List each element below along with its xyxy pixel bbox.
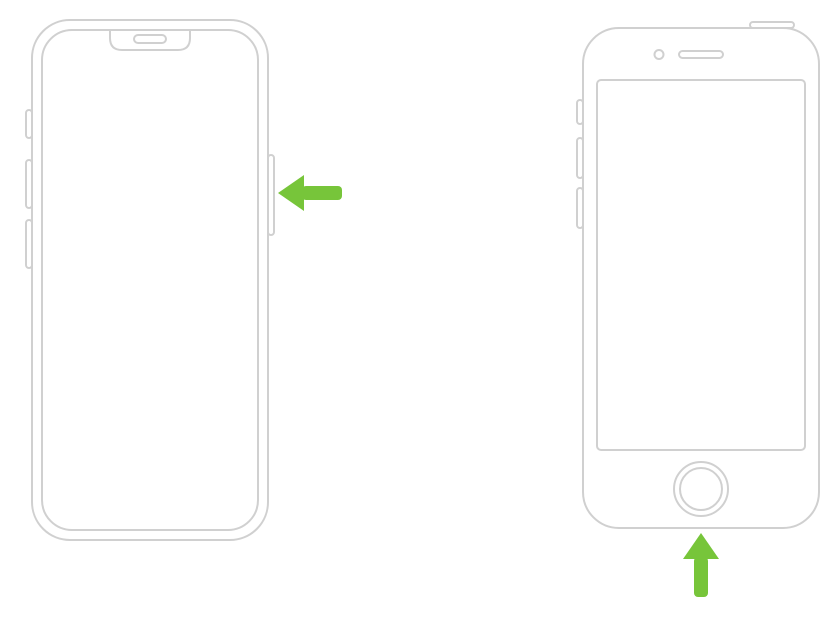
phone-screen	[42, 30, 258, 530]
phone-faceid	[10, 10, 290, 570]
arrow-up-icon	[676, 533, 726, 603]
home-button	[674, 462, 728, 516]
phone-homebutton	[575, 18, 830, 548]
diagram-canvas	[0, 0, 830, 625]
notch	[110, 30, 190, 50]
phone-screen	[597, 80, 805, 450]
arrow-left-icon	[278, 168, 348, 218]
